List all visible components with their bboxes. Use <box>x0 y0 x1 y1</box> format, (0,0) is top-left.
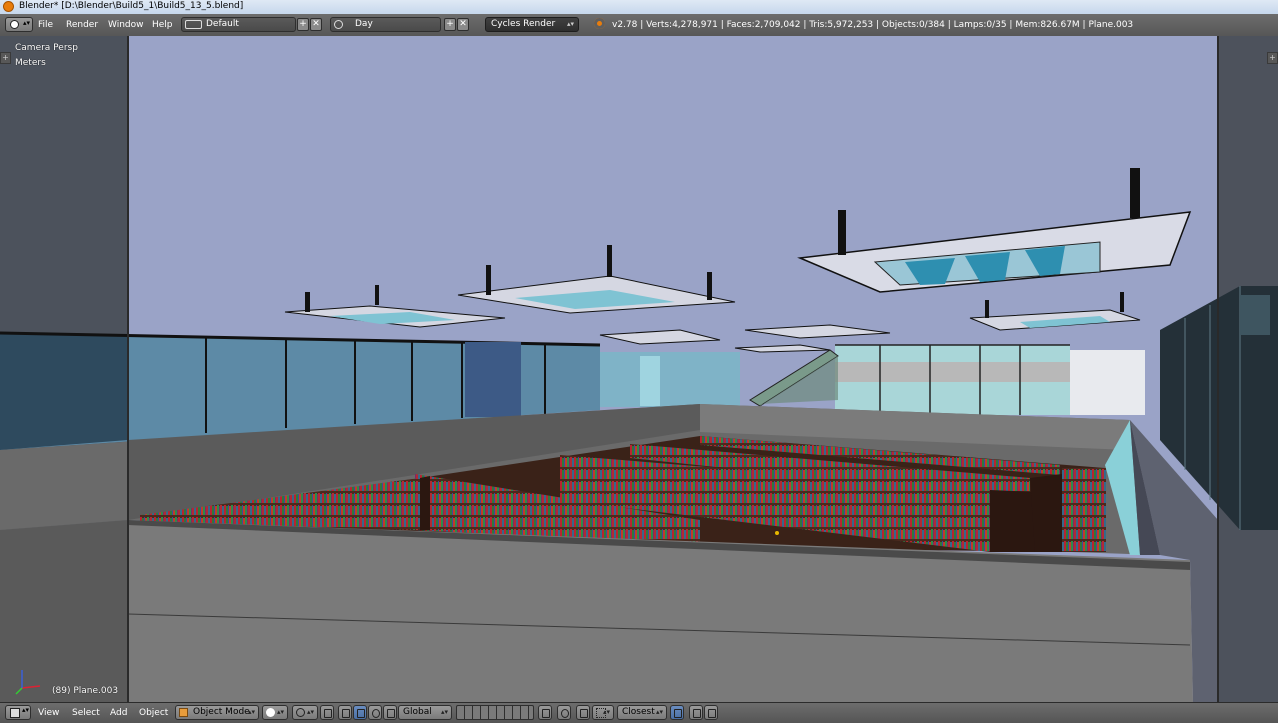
screen-layout-name: Default <box>206 19 239 29</box>
pivot-point-dropdown[interactable]: ▴▾ <box>292 705 318 720</box>
menu-help[interactable]: Help <box>152 20 173 30</box>
window-title: Blender* [D:\Blender\Build5_1\Build5_13_… <box>19 1 244 11</box>
snap-element-dropdown[interactable]: ▴▾ <box>592 705 614 720</box>
rotate-manipulator-button[interactable] <box>368 705 382 720</box>
snap-target-label: Closest <box>622 707 655 717</box>
menu-window[interactable]: Window <box>108 20 144 30</box>
only-origins-toggle[interactable] <box>320 705 334 720</box>
menu-view[interactable]: View <box>38 708 59 718</box>
active-object-label: (89) Plane.003 <box>52 686 119 696</box>
add-scene-button[interactable]: + <box>444 18 456 31</box>
units-label: Meters <box>15 58 46 68</box>
x-icon: ✕ <box>312 19 320 29</box>
blender-logo-icon <box>3 1 14 12</box>
lock-camera-toggle[interactable] <box>538 705 552 720</box>
viewport-shading-dropdown[interactable]: ▴▾ <box>262 705 288 720</box>
chevron-updown-icon: ▴▾ <box>655 708 663 716</box>
screen-layout-icon <box>185 20 202 29</box>
snap-toggle[interactable] <box>576 705 590 720</box>
editor-type-button[interactable]: ▴▾ <box>5 17 33 32</box>
scene-statistics: v2.78 | Verts:4,278,971 | Faces:2,709,04… <box>612 20 1134 30</box>
layer-buttons[interactable] <box>456 705 534 720</box>
add-screen-button[interactable]: + <box>297 18 309 31</box>
film-icon <box>708 709 716 718</box>
render-animation-button[interactable] <box>704 705 718 720</box>
plus-icon: + <box>446 19 454 29</box>
chevron-updown-icon: ▴▾ <box>22 706 30 714</box>
scene-name: Day <box>355 19 373 29</box>
camera-icon <box>693 709 701 718</box>
origin-icon <box>324 709 332 718</box>
transform-orientation-dropdown[interactable]: Global ▴▾ <box>398 705 452 720</box>
scene-icon <box>334 20 343 29</box>
scale-icon <box>387 709 395 718</box>
arrow-icon <box>357 709 365 718</box>
chevron-updown-icon: ▴▾ <box>602 708 610 716</box>
transform-manipulator-icon <box>342 709 350 718</box>
menu-file[interactable]: File <box>38 20 53 30</box>
menu-render[interactable]: Render <box>66 20 98 30</box>
chevron-updown-icon: ▴▾ <box>566 20 574 28</box>
info-editor-icon <box>10 20 19 29</box>
render-engine-dropdown[interactable]: Cycles Render ▴▾ <box>485 17 579 32</box>
snap-target-dropdown[interactable]: Closest ▴▾ <box>617 705 667 720</box>
menu-select[interactable]: Select <box>72 708 100 718</box>
properties-shelf-toggle[interactable]: + <box>1267 52 1278 64</box>
object-mode-icon <box>179 708 188 717</box>
translate-manipulator-button[interactable] <box>353 705 367 720</box>
remove-scene-button[interactable]: ✕ <box>457 18 469 31</box>
mode-label: Object Mode <box>193 707 250 717</box>
proportional-edit-button[interactable] <box>557 705 571 720</box>
scene-render <box>0 36 1278 702</box>
render-still-button[interactable] <box>689 705 703 720</box>
pivot-icon <box>296 708 305 717</box>
magnet-icon <box>580 709 588 718</box>
chevron-updown-icon: ▴▾ <box>247 708 255 716</box>
rotate-icon <box>372 709 380 718</box>
axis-gizmo <box>10 666 44 696</box>
chevron-down-icon: ▴▾ <box>23 19 31 27</box>
solid-sphere-icon <box>266 708 275 717</box>
editor-type-button[interactable]: ▴▾ <box>5 705 31 720</box>
menu-object[interactable]: Object <box>139 708 168 718</box>
render-engine-label: Cycles Render <box>491 19 556 29</box>
proportional-edit-icon <box>561 709 569 718</box>
remove-screen-button[interactable]: ✕ <box>310 18 322 31</box>
info-header: ▴▾ File Render Window Help Default + ✕ D… <box>0 14 1278 37</box>
plus-icon: + <box>1269 53 1276 62</box>
toolshelf-toggle[interactable]: + <box>0 52 11 64</box>
chevron-updown-icon: ▴▾ <box>440 708 448 716</box>
plus-icon: + <box>299 19 307 29</box>
chevron-updown-icon: ▴▾ <box>306 708 314 716</box>
manipulator-toggle[interactable] <box>338 705 352 720</box>
scene-field[interactable]: Day <box>330 17 441 32</box>
3d-viewport[interactable]: Camera Persp Meters (89) Plane.003 + + <box>0 36 1278 702</box>
align-icon <box>674 709 682 718</box>
transform-orientation-label: Global <box>403 707 432 717</box>
window-title-bar: Blender* [D:\Blender\Build5_1\Build5_13_… <box>0 0 1278 15</box>
screen-layout-field[interactable]: Default <box>181 17 296 32</box>
blender-logo-icon <box>594 18 605 29</box>
x-icon: ✕ <box>459 19 467 29</box>
view-name-label: Camera Persp <box>15 43 78 53</box>
menu-add[interactable]: Add <box>110 708 127 718</box>
view3d-header: ▴▾ View Select Add Object Object Mode ▴▾… <box>0 702 1278 723</box>
lock-icon <box>542 709 550 718</box>
mode-dropdown[interactable]: Object Mode ▴▾ <box>175 705 259 720</box>
plus-icon: + <box>2 53 9 62</box>
scale-manipulator-button[interactable] <box>383 705 397 720</box>
view3d-editor-icon <box>10 708 20 718</box>
chevron-updown-icon: ▴▾ <box>276 708 284 716</box>
snap-align-rotation-toggle[interactable] <box>670 705 684 720</box>
